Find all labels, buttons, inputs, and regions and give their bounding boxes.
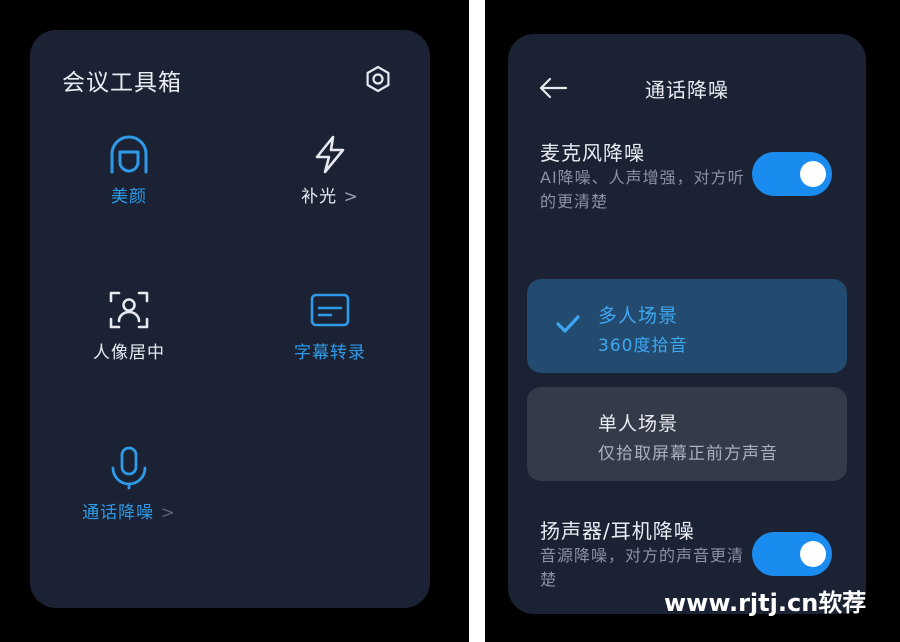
tool-beauty-label: 美颜 — [111, 187, 147, 207]
tool-noise-reduction-button[interactable]: 通话降噪 > — [49, 446, 209, 523]
tool-portrait-center-button[interactable]: 人像居中 — [49, 290, 209, 363]
toggle-knob — [800, 161, 826, 187]
checkmark-icon — [556, 315, 580, 333]
speaker-noise-title: 扬声器/耳机降噪 — [540, 519, 695, 543]
mic-noise-title: 麦克风降噪 — [540, 141, 645, 165]
speaker-noise-toggle[interactable] — [752, 532, 832, 576]
screenshot-divider — [469, 0, 485, 642]
settings-gear-icon[interactable] — [363, 64, 393, 94]
chevron-right-icon: > — [160, 503, 176, 523]
toolbox-title: 会议工具箱 — [62, 70, 182, 96]
scene-single-desc: 仅拾取屏幕正前方声音 — [598, 444, 778, 464]
tool-portrait-center-label: 人像居中 — [93, 343, 165, 363]
scene-single-title: 单人场景 — [598, 413, 679, 435]
scene-multi-title: 多人场景 — [598, 305, 679, 327]
mic-noise-desc: AI降噪、人声增强，对方听的更清楚 — [540, 168, 745, 211]
mic-noise-toggle[interactable] — [752, 152, 832, 196]
toggle-knob — [800, 541, 826, 567]
subtitle-icon — [310, 293, 350, 327]
noise-reduction-panel: 通话降噪 麦克风降噪 AI降噪、人声增强，对方听的更清楚 多人场景 360度拾音… — [508, 34, 866, 614]
chevron-right-icon: > — [343, 187, 359, 207]
tool-noise-reduction-label: 通话降噪 — [82, 503, 155, 523]
portrait-center-icon — [109, 291, 149, 329]
tool-subtitle-label: 字幕转录 — [294, 343, 366, 363]
meeting-toolbox-panel: 会议工具箱 美颜 补光 > 人像居中 字幕转录 通话降噪 > — [30, 30, 430, 608]
scene-multi-person-option[interactable]: 多人场景 360度拾音 — [527, 279, 847, 373]
scene-multi-desc: 360度拾音 — [598, 336, 688, 356]
tool-beauty-button[interactable]: 美颜 — [49, 134, 209, 207]
page-title: 通话降噪 — [645, 78, 729, 102]
tool-subtitle-button[interactable]: 字幕转录 — [250, 290, 410, 363]
tool-fill-light-label: 补光 — [301, 187, 338, 207]
scene-single-person-option[interactable]: 单人场景 仅拾取屏幕正前方声音 — [527, 387, 847, 481]
tool-fill-light-button[interactable]: 补光 > — [250, 134, 410, 207]
lightning-icon — [315, 135, 345, 174]
microphone-icon — [111, 446, 147, 490]
watermark-text: www.rjtj.cn软荐 — [664, 589, 867, 617]
face-beauty-icon — [110, 135, 148, 174]
